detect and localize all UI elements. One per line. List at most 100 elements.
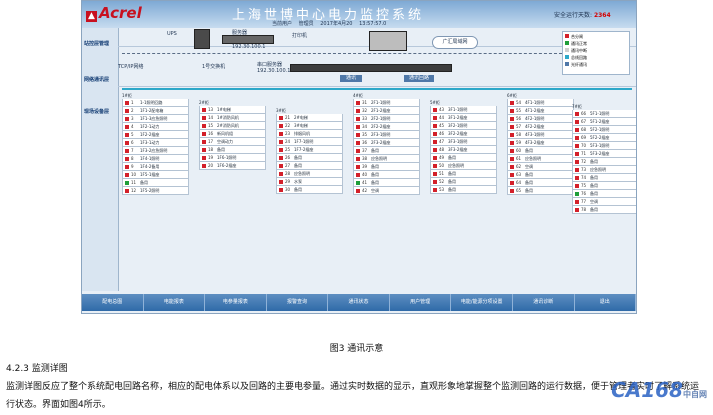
status-icon	[356, 140, 360, 145]
circuit-number: 44	[439, 114, 445, 120]
circuit-row[interactable]: 12 1F5-2照明	[122, 187, 189, 195]
circuit-number: 10	[131, 171, 137, 177]
circuit-number: 66	[581, 110, 587, 116]
circuit-name: 备用	[294, 162, 302, 168]
circuit-name: 2F1-2插座	[371, 107, 391, 113]
status-icon	[433, 139, 437, 144]
circuit-number: 34	[362, 123, 368, 129]
circuit-name: 1F4-1照明	[140, 155, 160, 161]
tab-comm-status[interactable]: 通讯状态	[328, 294, 390, 311]
circuit-name: 2F2-2插座	[371, 123, 391, 129]
circuit-number: 31	[362, 99, 368, 105]
status-icon	[125, 172, 129, 177]
circuit-number: 32	[362, 107, 368, 113]
status-icon	[575, 191, 579, 196]
status-icon	[356, 180, 360, 185]
tab-alarm[interactable]: 报警查询	[267, 294, 329, 311]
status-icon	[356, 172, 360, 177]
tab-energy-setting[interactable]: 电能/能源分项设置	[451, 294, 513, 311]
status-icon	[356, 100, 360, 105]
circuit-number: 5	[131, 131, 134, 137]
circuit-name: 5F3-2插座	[590, 150, 610, 156]
circuit-number: 41	[362, 179, 368, 185]
circuit-row[interactable]: 42 空调	[353, 187, 420, 195]
tab-overview[interactable]: 配电总图	[82, 294, 144, 311]
circuit-number: 35	[362, 131, 368, 137]
circuit-name: 5F1-2插座	[590, 118, 610, 124]
tab-users[interactable]: 用户管理	[390, 294, 452, 311]
circuit-name: 备用	[590, 206, 598, 212]
circuit-name: 空调动力	[217, 138, 233, 144]
circuit-name: 备用	[525, 187, 533, 193]
circuit-name: 2F3-2插座	[371, 139, 391, 145]
status-icon	[356, 164, 360, 169]
status-icon	[125, 100, 129, 105]
circuit-row[interactable]: 65 备用	[507, 187, 574, 195]
status-icon	[433, 163, 437, 168]
legend-item: 通讯中断	[565, 47, 627, 54]
circuit-number: 47	[439, 138, 445, 144]
status-icon	[510, 116, 514, 121]
circuit-name: 3F1-2插座	[448, 114, 468, 120]
comm-button[interactable]: 通讯	[340, 75, 362, 82]
circuit-number: 70	[581, 142, 587, 148]
status-icon	[125, 188, 129, 193]
circuit-number: 48	[439, 146, 445, 152]
circuit-name: 5F2-1照明	[590, 126, 610, 132]
status-icon	[125, 148, 129, 153]
status-icon	[575, 143, 579, 148]
sidebar-field[interactable]: 现场设备层	[84, 108, 118, 115]
status-icon	[202, 163, 206, 168]
circuit-name: 空调	[590, 198, 598, 204]
circuit-number: 49	[439, 154, 445, 160]
switch-icon[interactable]	[290, 64, 452, 72]
circuit-number: 58	[516, 131, 522, 137]
tab-exit[interactable]: 退出	[575, 294, 636, 311]
tab-param-report[interactable]: 电参量报表	[205, 294, 267, 311]
status-icon	[575, 151, 579, 156]
ups-icon[interactable]	[194, 29, 210, 49]
circuit-number: 18	[208, 146, 214, 152]
circuit-pane: 4#柜 31 2F1-1照明 32 2F1-2插座 33 2F2-1照明 34 2F2-2插座 3…	[353, 93, 420, 195]
circuit-name: 1F2-2插座	[140, 131, 160, 137]
status-icon	[510, 172, 514, 177]
circuit-number: 68	[581, 126, 587, 132]
circuit-row[interactable]: 30 备用	[276, 186, 343, 194]
circuit-row[interactable]: 78 备用	[572, 206, 636, 214]
circuit-number: 39	[362, 163, 368, 169]
circuit-number: 59	[516, 139, 522, 145]
status-icon	[510, 140, 514, 145]
circuit-number: 28	[285, 170, 291, 176]
legend-swatch-icon	[565, 55, 569, 59]
circuit-number: 37	[362, 147, 368, 153]
circuit-number: 56	[516, 115, 522, 121]
circuit-number: 64	[516, 179, 522, 185]
circuit-number: 29	[285, 178, 291, 184]
tab-diagnosis[interactable]: 通讯诊断	[513, 294, 575, 311]
legend-swatch-icon	[565, 34, 569, 38]
circuit-number: 67	[581, 118, 587, 124]
printer-icon[interactable]	[369, 31, 407, 51]
status-icon	[575, 167, 579, 172]
circuit-pane: 6#柜 54 4F1-1照明 55 4F1-2插座 56 4F2-1照明 57 4F2-2插座 5…	[507, 93, 574, 195]
server-icon[interactable]	[222, 35, 274, 44]
status-icon	[510, 108, 514, 113]
circuit-number: 36	[362, 139, 368, 145]
circuit-name: 3F2-2插座	[448, 130, 468, 136]
status-icon	[575, 199, 579, 204]
status-icon	[356, 148, 360, 153]
network-cloud[interactable]: 广汇局域网	[432, 36, 478, 49]
circuit-row[interactable]: 53 备用	[430, 186, 497, 194]
comm-loop-button[interactable]: 通讯回路	[404, 75, 434, 82]
circuit-number: 6	[131, 139, 134, 145]
circuit-number: 63	[516, 171, 522, 177]
circuit-number: 42	[362, 187, 368, 193]
circuit-row[interactable]: 20 1F6-2插座	[199, 162, 266, 170]
status-icon	[279, 155, 283, 160]
protocol-label: TCP/IP网络	[118, 64, 144, 70]
circuit-name: 3#电梯	[294, 122, 308, 128]
circuit-number: 17	[208, 138, 214, 144]
legend-item: 总线回路	[565, 54, 627, 61]
tab-energy-report[interactable]: 电能报表	[144, 294, 206, 311]
status-icon	[433, 179, 437, 184]
